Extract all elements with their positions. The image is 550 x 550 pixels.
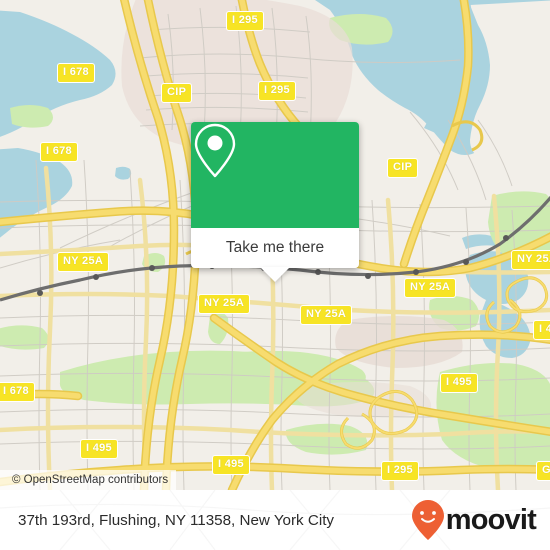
shield[interactable]: I 678 [40,142,78,162]
footer-bar: 37th 193rd, Flushing, NY 11358, New York… [0,490,550,550]
location-pin-icon [194,123,236,178]
shield[interactable]: CIP [387,158,419,178]
shield[interactable]: I 295 [258,81,296,101]
popup-card-header [191,122,359,228]
shield[interactable]: I 678 [0,382,35,402]
shield[interactable]: NY 25A [404,278,457,298]
popup-card-footer[interactable]: Take me there [191,228,359,268]
address-label: 37th 193rd, Flushing, NY 11358, New York… [18,511,335,529]
map-canvas[interactable]: I 295 I 678 CIP I 295 I 678 CIP NY 25A N… [0,0,550,490]
shield[interactable]: NY 25A [511,250,550,270]
shield[interactable]: I 295 [381,461,419,481]
shield[interactable]: I 495 [80,439,118,459]
shield[interactable]: CIP [161,83,193,103]
water-pond-small [115,166,132,180]
park-topleft-small [10,105,53,128]
shield[interactable]: NY 25A [57,252,110,272]
destination-popup-card[interactable]: Take me there [191,122,359,282]
shield[interactable]: G [536,461,550,481]
shield[interactable]: I 4 [533,320,550,340]
map-attribution[interactable]: © OpenStreetMap contributors [0,470,177,490]
shield[interactable]: I 495 [440,373,478,393]
map-screenshot: I 295 I 678 CIP I 295 I 678 CIP NY 25A N… [0,0,550,550]
shield[interactable]: NY 25A [198,294,251,314]
shield[interactable]: I 495 [212,455,250,475]
shield[interactable]: I 678 [57,63,95,83]
moovit-logo[interactable]: moovit [411,499,537,541]
take-me-there-button[interactable]: Take me there [226,239,324,257]
moovit-wordmark: moovit [445,503,537,536]
popup-card-pointer [260,267,290,282]
shield[interactable]: I 295 [226,11,264,31]
shield[interactable]: NY 25A [300,305,353,325]
moovit-pin-icon [411,500,444,540]
